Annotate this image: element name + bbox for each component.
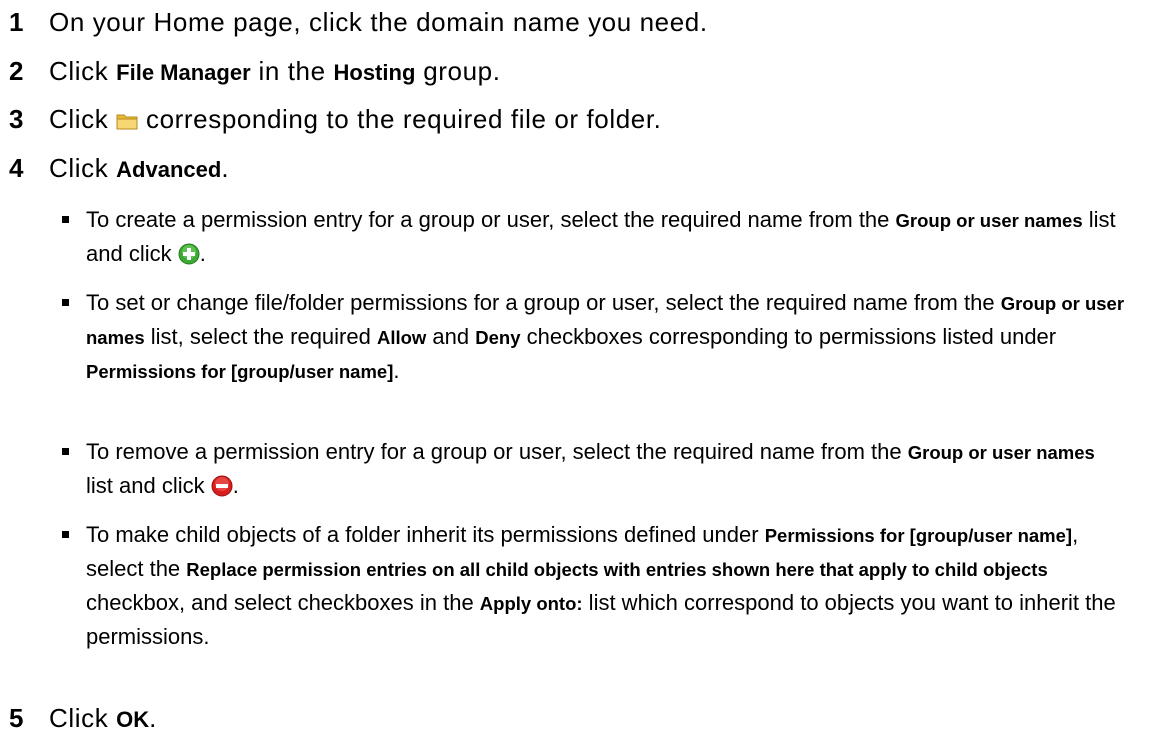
ui-term-hosting: Hosting xyxy=(333,60,416,85)
step-number: 5 xyxy=(9,703,25,733)
bullet-text: . xyxy=(232,473,239,498)
ui-term-permissions-for: Permissions for [group/user name] xyxy=(764,525,1073,546)
ui-term-allow: Allow xyxy=(376,327,427,348)
step-text: Click xyxy=(49,153,117,183)
step-2: 2 Click File Manager in the Hosting group… xyxy=(9,56,501,88)
bullet-remove-entry: To remove a permission entry for a group… xyxy=(62,435,1126,502)
step-number: 3 xyxy=(9,104,25,134)
step-text: . xyxy=(149,703,157,733)
remove-icon xyxy=(211,475,233,497)
step-text: corresponding to the required file or fo… xyxy=(138,104,662,134)
ui-term-permissions-for: Permissions for [group/user name] xyxy=(86,361,394,382)
step-1: 1 On your Home page, click the domain nam… xyxy=(9,7,708,37)
bullet-marker xyxy=(62,448,69,455)
ui-term-advanced: Advanced xyxy=(116,157,222,182)
bullet-inherit-permissions: To make child objects of a folder inheri… xyxy=(62,518,1126,653)
bullet-text: list and click xyxy=(86,473,211,498)
folder-icon xyxy=(116,114,138,130)
ui-term-group-or-user-names: Group or user names xyxy=(895,210,1083,231)
step-4: 4 Click Advanced. xyxy=(9,153,229,185)
bullet-text: checkbox, and select checkboxes in the xyxy=(86,590,480,615)
step-text: Click xyxy=(49,56,117,86)
ui-term-deny: Deny xyxy=(475,327,521,348)
step-text: . xyxy=(221,153,230,183)
ui-term-replace-permission-entries: Replace permission entries on all child … xyxy=(186,559,1048,580)
bullet-text: To set or change file/folder permissions… xyxy=(86,290,1001,315)
step-text: in the xyxy=(250,56,334,86)
step-text: Click xyxy=(49,703,117,733)
bullet-set-permissions: To set or change file/folder permissions… xyxy=(62,286,1126,388)
ui-term-ok: OK xyxy=(116,707,150,732)
bullet-text: checkboxes corresponding to permissions … xyxy=(520,324,1057,349)
step-5: 5 Click OK. xyxy=(9,703,157,735)
bullet-marker xyxy=(62,299,69,306)
bullet-create-entry: To create a permission entry for a group… xyxy=(62,203,1126,270)
step-number: 4 xyxy=(9,153,25,183)
ui-term-file-manager: File Manager xyxy=(116,60,251,85)
step-text: group. xyxy=(415,56,501,86)
step-text: Click xyxy=(49,104,117,134)
bullet-text: and xyxy=(426,324,476,349)
bullet-text: To make child objects of a folder inheri… xyxy=(86,522,765,547)
step-3: 3 Click corresponding to the required fil… xyxy=(9,104,662,134)
bullet-marker xyxy=(62,531,69,538)
add-icon xyxy=(178,243,200,265)
instructions-document: 1 On your Home page, click the domain nam… xyxy=(0,0,1151,742)
ui-term-group-or-user-names: Group or user names xyxy=(907,442,1095,463)
bullet-text: list, select the required xyxy=(144,324,377,349)
bullet-text: . xyxy=(199,241,206,266)
bullet-text: To create a permission entry for a group… xyxy=(86,207,896,232)
step-text: On your Home page, click the domain name… xyxy=(49,7,708,37)
ui-term-apply-onto: Apply onto: xyxy=(479,593,583,614)
bullet-text: To remove a permission entry for a group… xyxy=(86,439,908,464)
step-number: 1 xyxy=(9,7,25,37)
step-number: 2 xyxy=(9,56,25,86)
bullet-marker xyxy=(62,216,69,223)
bullet-text: . xyxy=(393,358,400,383)
